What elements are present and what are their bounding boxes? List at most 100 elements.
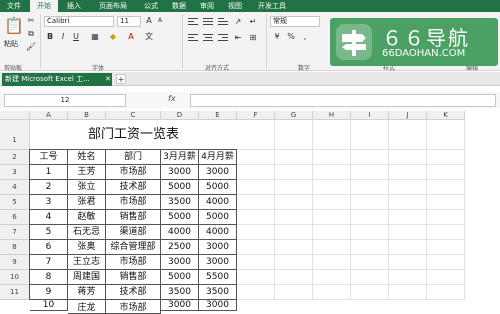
- row-header-4[interactable]: 4: [0, 180, 30, 195]
- table-row-cell[interactable]: 技术部: [106, 285, 161, 300]
- column-header-c[interactable]: C: [106, 111, 161, 120]
- table-row-cell[interactable]: 10: [30, 300, 68, 311]
- table-row-cell[interactable]: 技术部: [106, 180, 161, 195]
- cell[interactable]: [237, 210, 275, 225]
- cell[interactable]: [313, 285, 351, 300]
- cell[interactable]: [389, 225, 427, 240]
- table-row-cell[interactable]: 销售部: [106, 270, 161, 285]
- column-header-e[interactable]: E: [199, 111, 237, 120]
- table-row-cell[interactable]: 张立: [68, 180, 106, 195]
- tab-page-layout[interactable]: 页面布局: [90, 0, 136, 12]
- cell[interactable]: [427, 285, 465, 300]
- cell[interactable]: [313, 195, 351, 210]
- row-header-7[interactable]: 7: [0, 225, 30, 240]
- row-header-11[interactable]: 11: [0, 285, 30, 300]
- cell[interactable]: [389, 270, 427, 285]
- table-row-cell[interactable]: 张君: [68, 195, 106, 210]
- copy-icon[interactable]: ⧉: [26, 29, 36, 39]
- cell[interactable]: [237, 165, 275, 180]
- paste-button[interactable]: 粘贴: [4, 39, 18, 49]
- tab-view[interactable]: 视图: [222, 0, 248, 12]
- table-row-cell[interactable]: 销售部: [106, 210, 161, 225]
- cell[interactable]: [237, 255, 275, 270]
- row-header-2[interactable]: 2: [0, 150, 30, 165]
- cell[interactable]: [389, 285, 427, 300]
- table-row-cell[interactable]: 3: [30, 195, 68, 210]
- column-header-h[interactable]: H: [313, 111, 351, 120]
- cell[interactable]: [427, 270, 465, 285]
- tab-formulas[interactable]: 公式: [138, 0, 164, 12]
- tab-file[interactable]: 文件: [0, 0, 28, 12]
- column-header-d[interactable]: D: [161, 111, 199, 120]
- cell[interactable]: [389, 120, 427, 150]
- table-row-cell[interactable]: 王立志: [68, 255, 106, 270]
- table-header-cell[interactable]: 部门: [106, 150, 161, 165]
- cell[interactable]: [275, 210, 313, 225]
- merge-center-icon[interactable]: ⊞: [248, 33, 258, 43]
- cell[interactable]: [427, 255, 465, 270]
- cell[interactable]: [351, 195, 389, 210]
- cell[interactable]: [313, 120, 351, 150]
- table-row-cell[interactable]: 综合管理部: [106, 240, 161, 255]
- cell[interactable]: [427, 150, 465, 165]
- table-header-cell[interactable]: 工号: [30, 150, 68, 165]
- table-row-cell[interactable]: 3000: [161, 255, 199, 270]
- cell[interactable]: [351, 210, 389, 225]
- border-icon[interactable]: ▦: [90, 32, 100, 42]
- column-header-k[interactable]: K: [427, 111, 465, 120]
- table-row-cell[interactable]: 8: [30, 270, 68, 285]
- cell[interactable]: [237, 285, 275, 300]
- percent-icon[interactable]: %: [286, 32, 296, 42]
- table-row-cell[interactable]: 4: [30, 210, 68, 225]
- cell[interactable]: [351, 255, 389, 270]
- tab-home[interactable]: 开始: [30, 0, 58, 12]
- align-top-icon[interactable]: [188, 18, 198, 27]
- cell[interactable]: [427, 195, 465, 210]
- table-row-cell[interactable]: 5000: [161, 180, 199, 195]
- cell[interactable]: [275, 165, 313, 180]
- cell[interactable]: [237, 180, 275, 195]
- cell[interactable]: [275, 285, 313, 300]
- cell[interactable]: [389, 240, 427, 255]
- cell[interactable]: [389, 180, 427, 195]
- cell[interactable]: [275, 255, 313, 270]
- cell[interactable]: [427, 120, 465, 150]
- cut-icon[interactable]: ✂: [26, 16, 36, 26]
- align-middle-icon[interactable]: [203, 18, 213, 27]
- currency-icon[interactable]: ¥: [272, 32, 282, 42]
- cell[interactable]: [389, 255, 427, 270]
- align-right-icon[interactable]: [218, 34, 228, 43]
- select-all-corner[interactable]: [0, 111, 30, 120]
- cell[interactable]: [351, 150, 389, 165]
- row-header-5[interactable]: 5: [0, 195, 30, 210]
- cell[interactable]: [389, 195, 427, 210]
- increase-font-icon[interactable]: A: [144, 16, 154, 26]
- cell[interactable]: [237, 195, 275, 210]
- table-row-cell[interactable]: 3000: [199, 240, 237, 255]
- column-header-f[interactable]: F: [237, 111, 275, 120]
- fill-color-icon[interactable]: ◆: [108, 32, 118, 42]
- table-row-cell[interactable]: 5: [30, 225, 68, 240]
- name-box[interactable]: 12: [4, 94, 126, 107]
- table-row-cell[interactable]: 2: [30, 180, 68, 195]
- cell[interactable]: [313, 240, 351, 255]
- table-row-cell[interactable]: 石无忌: [68, 225, 106, 240]
- paste-icon[interactable]: 📋: [4, 16, 24, 36]
- table-row-cell[interactable]: 渠道部: [106, 225, 161, 240]
- cell[interactable]: [427, 225, 465, 240]
- table-row-cell[interactable]: 庄龙: [68, 300, 106, 314]
- cell[interactable]: [351, 180, 389, 195]
- table-header-cell[interactable]: 4月月薪: [199, 150, 237, 165]
- tab-data[interactable]: 数据: [166, 0, 192, 12]
- table-header-cell[interactable]: 姓名: [68, 150, 106, 165]
- cell[interactable]: [427, 180, 465, 195]
- column-header-i[interactable]: I: [351, 111, 389, 120]
- cell[interactable]: [427, 210, 465, 225]
- cell[interactable]: [275, 120, 313, 150]
- table-header-cell[interactable]: 3月月薪: [161, 150, 199, 165]
- cell[interactable]: [313, 150, 351, 165]
- cell[interactable]: [237, 240, 275, 255]
- cell[interactable]: [275, 150, 313, 165]
- column-header-j[interactable]: J: [389, 111, 427, 120]
- fx-icon[interactable]: fx: [168, 94, 176, 103]
